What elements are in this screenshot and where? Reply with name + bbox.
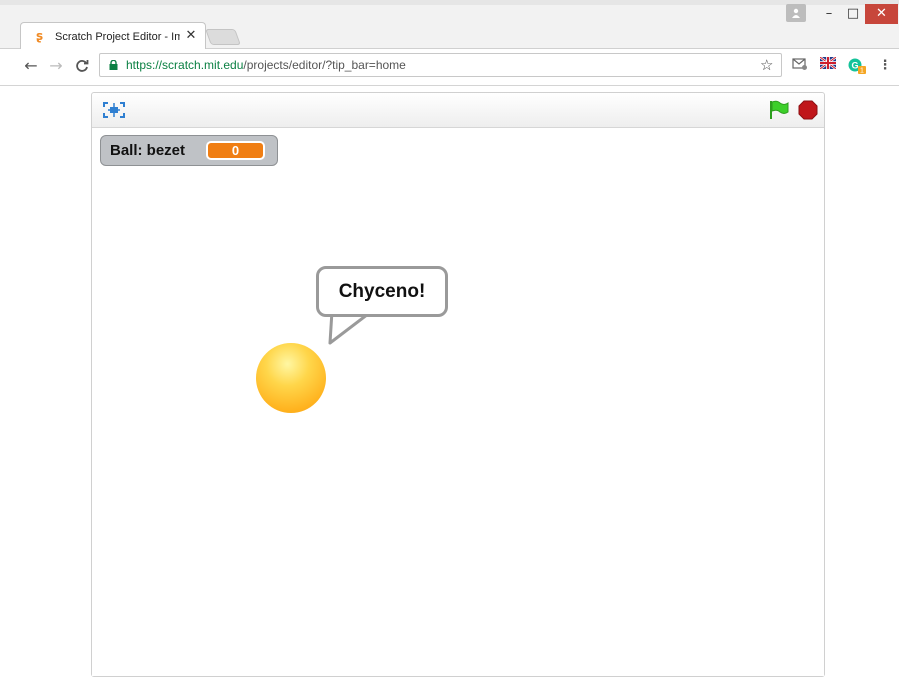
grammarly-extension-icon[interactable]: G 1 — [847, 57, 867, 75]
stop-sign-icon[interactable] — [798, 100, 818, 120]
scratch-player: Ball: bezet 0 Chyceno! — [91, 92, 825, 677]
stage[interactable]: Ball: bezet 0 Chyceno! — [92, 128, 824, 676]
monitor-value: 0 — [206, 141, 265, 160]
speech-bubble: Chyceno! — [316, 266, 448, 317]
scratch-favicon-icon: ʂ — [36, 29, 44, 43]
monitor-label: Ball: bezet — [110, 142, 186, 159]
green-flag-icon[interactable] — [768, 100, 790, 120]
uk-flag-icon — [819, 56, 837, 70]
uk-flag-extension-icon[interactable] — [819, 56, 837, 75]
minimize-button[interactable]: – — [818, 4, 840, 24]
profile-button[interactable] — [786, 4, 806, 22]
mail-extension-icon[interactable] — [791, 57, 809, 75]
tab-title: Scratch Project Editor - Im — [55, 31, 180, 43]
fullscreen-icon[interactable] — [102, 101, 126, 119]
browser-toolbar: ← → https://scratch.mit.edu/projects/edi… — [0, 49, 899, 86]
reload-button[interactable] — [72, 56, 92, 76]
bookmark-star-icon[interactable]: ☆ — [760, 56, 773, 74]
browser-tab-scratch[interactable]: ʂ Scratch Project Editor - Im ✕ — [20, 22, 206, 49]
ball-sprite[interactable] — [256, 343, 326, 413]
variable-monitor[interactable]: Ball: bezet 0 — [100, 135, 278, 166]
browser-title-bar: ʂ Scratch Project Editor - Im ✕ – □ ✕ — [0, 0, 899, 49]
address-bar[interactable]: https://scratch.mit.edu/projects/editor/… — [99, 53, 782, 77]
url-path: /projects/editor/?tip_bar=home — [243, 58, 406, 72]
url-host: scratch.mit.edu — [162, 58, 244, 72]
tab-close-button[interactable]: ✕ — [184, 28, 198, 44]
grammarly-icon: G 1 — [848, 58, 866, 75]
url-scheme: https:// — [126, 58, 163, 72]
forward-button[interactable]: → — [46, 56, 66, 76]
reload-icon — [76, 60, 89, 72]
player-control-bar — [92, 93, 824, 128]
close-window-button[interactable]: ✕ — [865, 4, 898, 24]
maximize-button[interactable]: □ — [842, 4, 864, 24]
url-text: https://scratch.mit.edu/projects/editor/… — [126, 58, 406, 73]
new-tab-button[interactable] — [205, 29, 241, 45]
browser-menu-button[interactable]: ⋮ — [878, 57, 892, 75]
envelope-icon — [792, 58, 807, 70]
grammarly-badge: 1 — [860, 68, 864, 75]
person-icon — [792, 8, 800, 18]
svg-text:G: G — [851, 61, 858, 71]
speech-bubble-text: Chyceno! — [338, 281, 426, 302]
back-button[interactable]: ← — [21, 56, 41, 76]
lock-icon — [109, 60, 118, 70]
